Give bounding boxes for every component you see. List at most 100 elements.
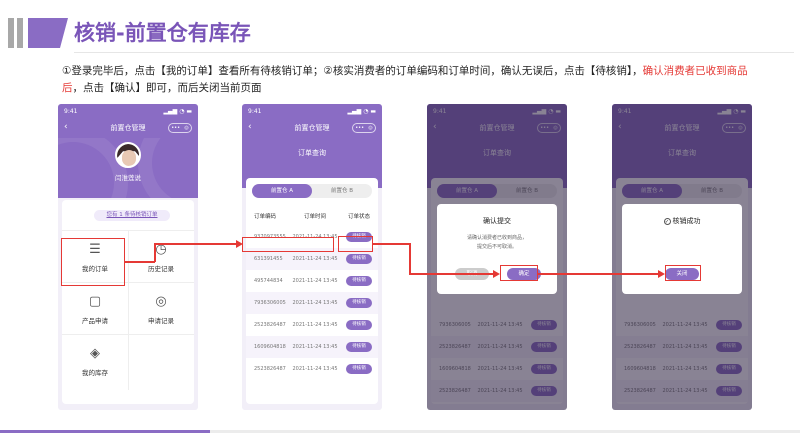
divider (62, 334, 194, 335)
phone-screen-success: 9:41▂▄▆ ◔ ▬ ‹ 前置仓管理 •••◎ 订单查询 前置仓 A 前置仓 … (612, 104, 752, 410)
table-row: 1609604818 2021-11-24 13:45 待核销 (246, 336, 378, 358)
highlight-verify-button (338, 236, 373, 252)
menu-apply-records[interactable]: ◎ 申请记录 (130, 284, 192, 334)
order-time: 2021-11-24 13:45 (292, 256, 338, 262)
back-icon[interactable]: ‹ (248, 122, 252, 132)
order-time: 2021-11-24 13:45 (292, 344, 338, 350)
layers-icon: ◈ (90, 346, 100, 361)
flow-arrow (409, 243, 411, 274)
flow-arrow (154, 243, 156, 262)
orders-card: 前置仓 A 前置仓 B 订单编码 订单时间 订单状态 9370973555 202… (246, 178, 378, 404)
highlight-close-button (665, 265, 701, 281)
pending-notice-link[interactable]: 您有 1 条待核销订单 (94, 210, 170, 221)
order-code: 7936306005 (254, 300, 286, 306)
record-icon: ◎ (155, 294, 167, 309)
tab-warehouse-b[interactable]: 前置仓 B (312, 184, 372, 198)
arrow-head-icon (658, 270, 665, 278)
divider (74, 52, 794, 53)
dialog-title: ✓ 核销成功 (622, 216, 742, 226)
verify-button[interactable]: 待核销 (346, 320, 372, 330)
dialog-message: 请确认消费者已收到商品， 提交后不可取消。 (437, 234, 557, 252)
menu-product-apply[interactable]: ▢ 产品申请 (64, 284, 126, 334)
capsule-menu-icon[interactable]: •••◎ (168, 123, 192, 133)
table-row: 2523826487 2021-11-24 13:45 待核销 (246, 358, 378, 380)
decor-circle (138, 138, 198, 198)
status-bar: 9:41 ▂▄▆ ◔ ▬ (242, 104, 382, 118)
order-code: 1609604818 (254, 344, 286, 350)
menu-label: 历史记录 (148, 265, 174, 273)
table-row: 7936306005 2021-11-24 13:45 待核销 (246, 292, 378, 314)
nav-title: 前置仓管理 (110, 124, 146, 132)
status-icons: ▂▄▆ ◔ ▬ (163, 107, 192, 115)
avatar (115, 142, 141, 168)
highlight-order-row (242, 237, 334, 252)
verify-button[interactable]: 待核销 (346, 364, 372, 374)
dialog-title: 确认提交 (483, 217, 511, 225)
menu-label: 申请记录 (148, 317, 174, 325)
flow-arrow (409, 273, 493, 275)
table-row: 2523826487 2021-11-24 13:45 待核销 (246, 314, 378, 336)
status-time: 9:41 (64, 107, 78, 115)
highlight-confirm-button (500, 265, 538, 281)
column-header: 订单编码 (254, 214, 277, 220)
tab-warehouse-a[interactable]: 前置仓 A (252, 184, 312, 198)
table-header: 订单编码 订单时间 订单状态 (246, 208, 378, 224)
instruction-part-a: ①登录完毕后，点击【我的订单】查看所有待核销订单；②核实消费者的订单编码和订单时… (62, 65, 643, 77)
order-time: 2021-11-24 13:45 (292, 366, 338, 372)
order-time: 2021-11-24 13:45 (292, 278, 338, 284)
menu-my-inventory[interactable]: ◈ 我的库存 (64, 336, 126, 386)
dialog-title-text: 核销成功 (672, 217, 701, 225)
status-time: 9:41 (248, 107, 262, 115)
phone-header: 9:41 ▂▄▆ ◔ ▬ ‹ 前置仓管理 •••◎ (58, 104, 198, 138)
capsule-menu-icon[interactable]: •••◎ (352, 123, 376, 133)
header-decor-bar (17, 18, 23, 48)
dialog-line: 提交后不可取消。 (476, 244, 517, 250)
verify-button[interactable]: 待核销 (346, 254, 372, 264)
flow-arrow (154, 243, 236, 245)
divider (128, 230, 129, 390)
table-row: 495744834 2021-11-24 13:45 待核销 (246, 270, 378, 292)
header-decor-bar (8, 18, 14, 48)
nav-bar: ‹ 前置仓管理 •••◎ (242, 118, 382, 138)
check-circle-icon: ✓ (663, 218, 671, 225)
status-bar: 9:41 ▂▄▆ ◔ ▬ (58, 104, 198, 118)
arrow-head-icon (493, 270, 500, 278)
phone-screen-orders: 9:41 ▂▄▆ ◔ ▬ ‹ 前置仓管理 ••• ◎ 订单查询 前置仓 A 前置仓 … (242, 104, 382, 410)
instruction-part-b: ，点击【确认】即可，而后关闭当前页面 (72, 82, 262, 94)
column-header: 订单状态 (347, 214, 370, 220)
order-time: 2021-11-24 13:45 (292, 322, 338, 328)
menu-label: 产品申请 (82, 317, 108, 325)
order-code: 2523826487 (254, 322, 286, 328)
orders-subtitle: 订单查询 (298, 149, 326, 157)
menu-card: 您有 1 条待核销订单 ☰ 我的订单 ◷ 历史记录 ▢ 产品申请 ◎ 申请记录 ◈ 我的库… (62, 200, 194, 404)
confirm-dialog: 确认提交 请确认消费者已收到商品， 提交后不可取消。 取消 确定 (437, 204, 557, 294)
flow-arrow (373, 243, 410, 245)
back-icon[interactable]: ‹ (64, 122, 68, 132)
order-time: 2021-11-24 13:45 (292, 300, 338, 306)
footer-accent (0, 430, 210, 433)
nav-title: 前置仓管理 (294, 124, 330, 132)
profile-hero: 闫淮莲说 (58, 138, 198, 198)
verify-button[interactable]: 待核销 (346, 298, 372, 308)
verify-button[interactable]: 待核销 (346, 342, 372, 352)
menu-history[interactable]: ◷ 历史记录 (130, 232, 192, 282)
flow-arrow (125, 261, 155, 263)
order-code: 495744834 (254, 278, 283, 284)
page-title: 核销-前置仓有库存 (74, 21, 251, 45)
warehouse-tabs: 前置仓 A 前置仓 B (252, 184, 372, 198)
highlight-my-orders (61, 238, 125, 286)
order-code: 631391455 (254, 256, 283, 262)
verify-button[interactable]: 待核销 (346, 276, 372, 286)
phone-header: 9:41 ▂▄▆ ◔ ▬ ‹ 前置仓管理 •••◎ (242, 104, 382, 138)
instruction-text: ①登录完毕后，点击【我的订单】查看所有待核销订单；②核实消费者的订单编码和订单时… (62, 63, 762, 97)
user-name: 闫淮莲说 (115, 174, 141, 182)
nav-bar: ‹ 前置仓管理 •••◎ (58, 118, 198, 138)
status-icons: ▂▄▆ ◔ ▬ (347, 107, 376, 115)
phone-screen-confirm: 9:41▂▄▆ ◔ ▬ ‹ 前置仓管理 •••◎ 订单查询 前置仓 A 前置仓 … (427, 104, 567, 410)
order-code: 2523826487 (254, 366, 286, 372)
dialog-line: 请确认消费者已收到商品， (466, 235, 527, 241)
header-decor-tab (28, 18, 68, 48)
menu-label: 我的库存 (82, 369, 108, 377)
header: 核销-前置仓有库存 (0, 0, 800, 62)
bag-icon: ▢ (88, 294, 102, 309)
